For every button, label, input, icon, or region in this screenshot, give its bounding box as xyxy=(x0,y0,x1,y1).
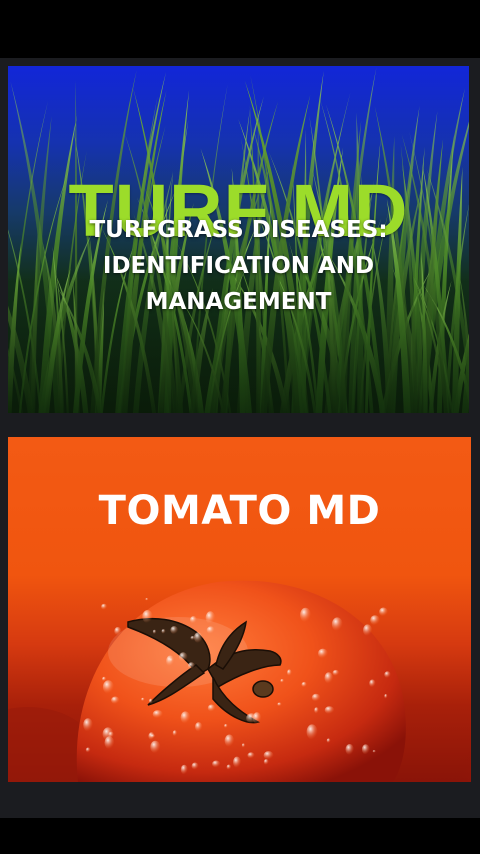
navigation-bar xyxy=(0,818,480,854)
tomato-md-title: TOMATO MD xyxy=(98,488,381,534)
turf-subtitle-line: IDENTIFICATION AND xyxy=(102,253,375,279)
app-screen: TURF MD TURFGRASS DISEASES: IDENTIFICATI… xyxy=(0,0,480,854)
turf-subtitle-line: MANAGEMENT xyxy=(145,289,332,315)
turf-md-card[interactable]: TURF MD TURFGRASS DISEASES: IDENTIFICATI… xyxy=(8,66,469,413)
turf-md-subtitle: TURFGRASS DISEASES: IDENTIFICATION AND M… xyxy=(8,212,469,320)
status-bar xyxy=(0,0,480,58)
tomato-md-card[interactable]: TOMATO MD xyxy=(8,437,471,782)
turf-subtitle-line: TURFGRASS DISEASES: xyxy=(89,217,388,243)
